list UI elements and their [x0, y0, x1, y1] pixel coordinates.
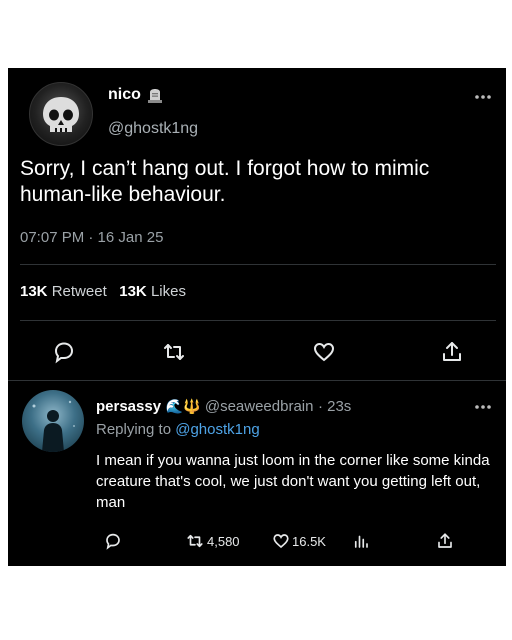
reply-author-name[interactable]: persassy [96, 398, 161, 415]
retweet-count[interactable]: 13K [20, 283, 48, 300]
likes-label[interactable]: Likes [151, 283, 186, 300]
silhouette-icon [32, 400, 75, 452]
tweet-text: Sorry, I can’t hang out. I forgot how to… [20, 157, 430, 206]
divider [20, 320, 496, 321]
avatar[interactable] [29, 82, 93, 146]
author-handle[interactable]: @ghostk1ng [108, 120, 198, 138]
retweet-label[interactable]: Retweet [52, 283, 107, 300]
analytics-icon[interactable] [352, 532, 370, 550]
author-name[interactable]: nico [108, 86, 141, 104]
tweet-timestamp[interactable]: 07:07 PM · 16 Jan 25 [20, 229, 163, 246]
tweet-card: nico @ghostk1ng Sorry, I can’t hang out.… [8, 68, 506, 566]
reply-author-handle[interactable]: @seaweedbrain [205, 398, 314, 415]
likes-count[interactable]: 13K [119, 283, 147, 300]
like-heart-icon[interactable] [272, 532, 290, 550]
divider [20, 264, 496, 265]
skull-icon [43, 97, 79, 132]
share-icon[interactable] [440, 340, 464, 364]
more-dots-icon[interactable] [474, 404, 492, 410]
reply-like-count[interactable]: 16.5K [292, 534, 326, 549]
reply-retweet-count[interactable]: 4,580 [207, 534, 240, 549]
reply-author-emojis: 🌊🔱 [165, 398, 201, 414]
reply-text: I mean if you wanna just loom in the cor… [96, 452, 490, 511]
reply-avatar[interactable] [22, 390, 84, 452]
reply-icon[interactable] [104, 532, 122, 550]
more-dots-icon[interactable] [474, 94, 492, 100]
tweet-stats: 13K Retweet 13K Likes [20, 283, 186, 300]
retweet-icon[interactable] [162, 340, 186, 364]
reply-header: persassy 🌊🔱 @seaweedbrain · 23s [96, 398, 351, 416]
reply-icon[interactable] [52, 340, 76, 364]
divider [8, 380, 506, 381]
replying-to-prefix: Replying to [96, 421, 172, 438]
replying-to: Replying to @ghostk1ng [96, 421, 260, 438]
like-heart-icon[interactable] [312, 340, 336, 364]
replying-to-handle[interactable]: @ghostk1ng [175, 421, 259, 438]
retweet-icon[interactable] [186, 532, 204, 550]
reply-age[interactable]: · 23s [318, 398, 351, 415]
share-icon[interactable] [436, 532, 454, 550]
tombstone-icon [148, 86, 162, 103]
